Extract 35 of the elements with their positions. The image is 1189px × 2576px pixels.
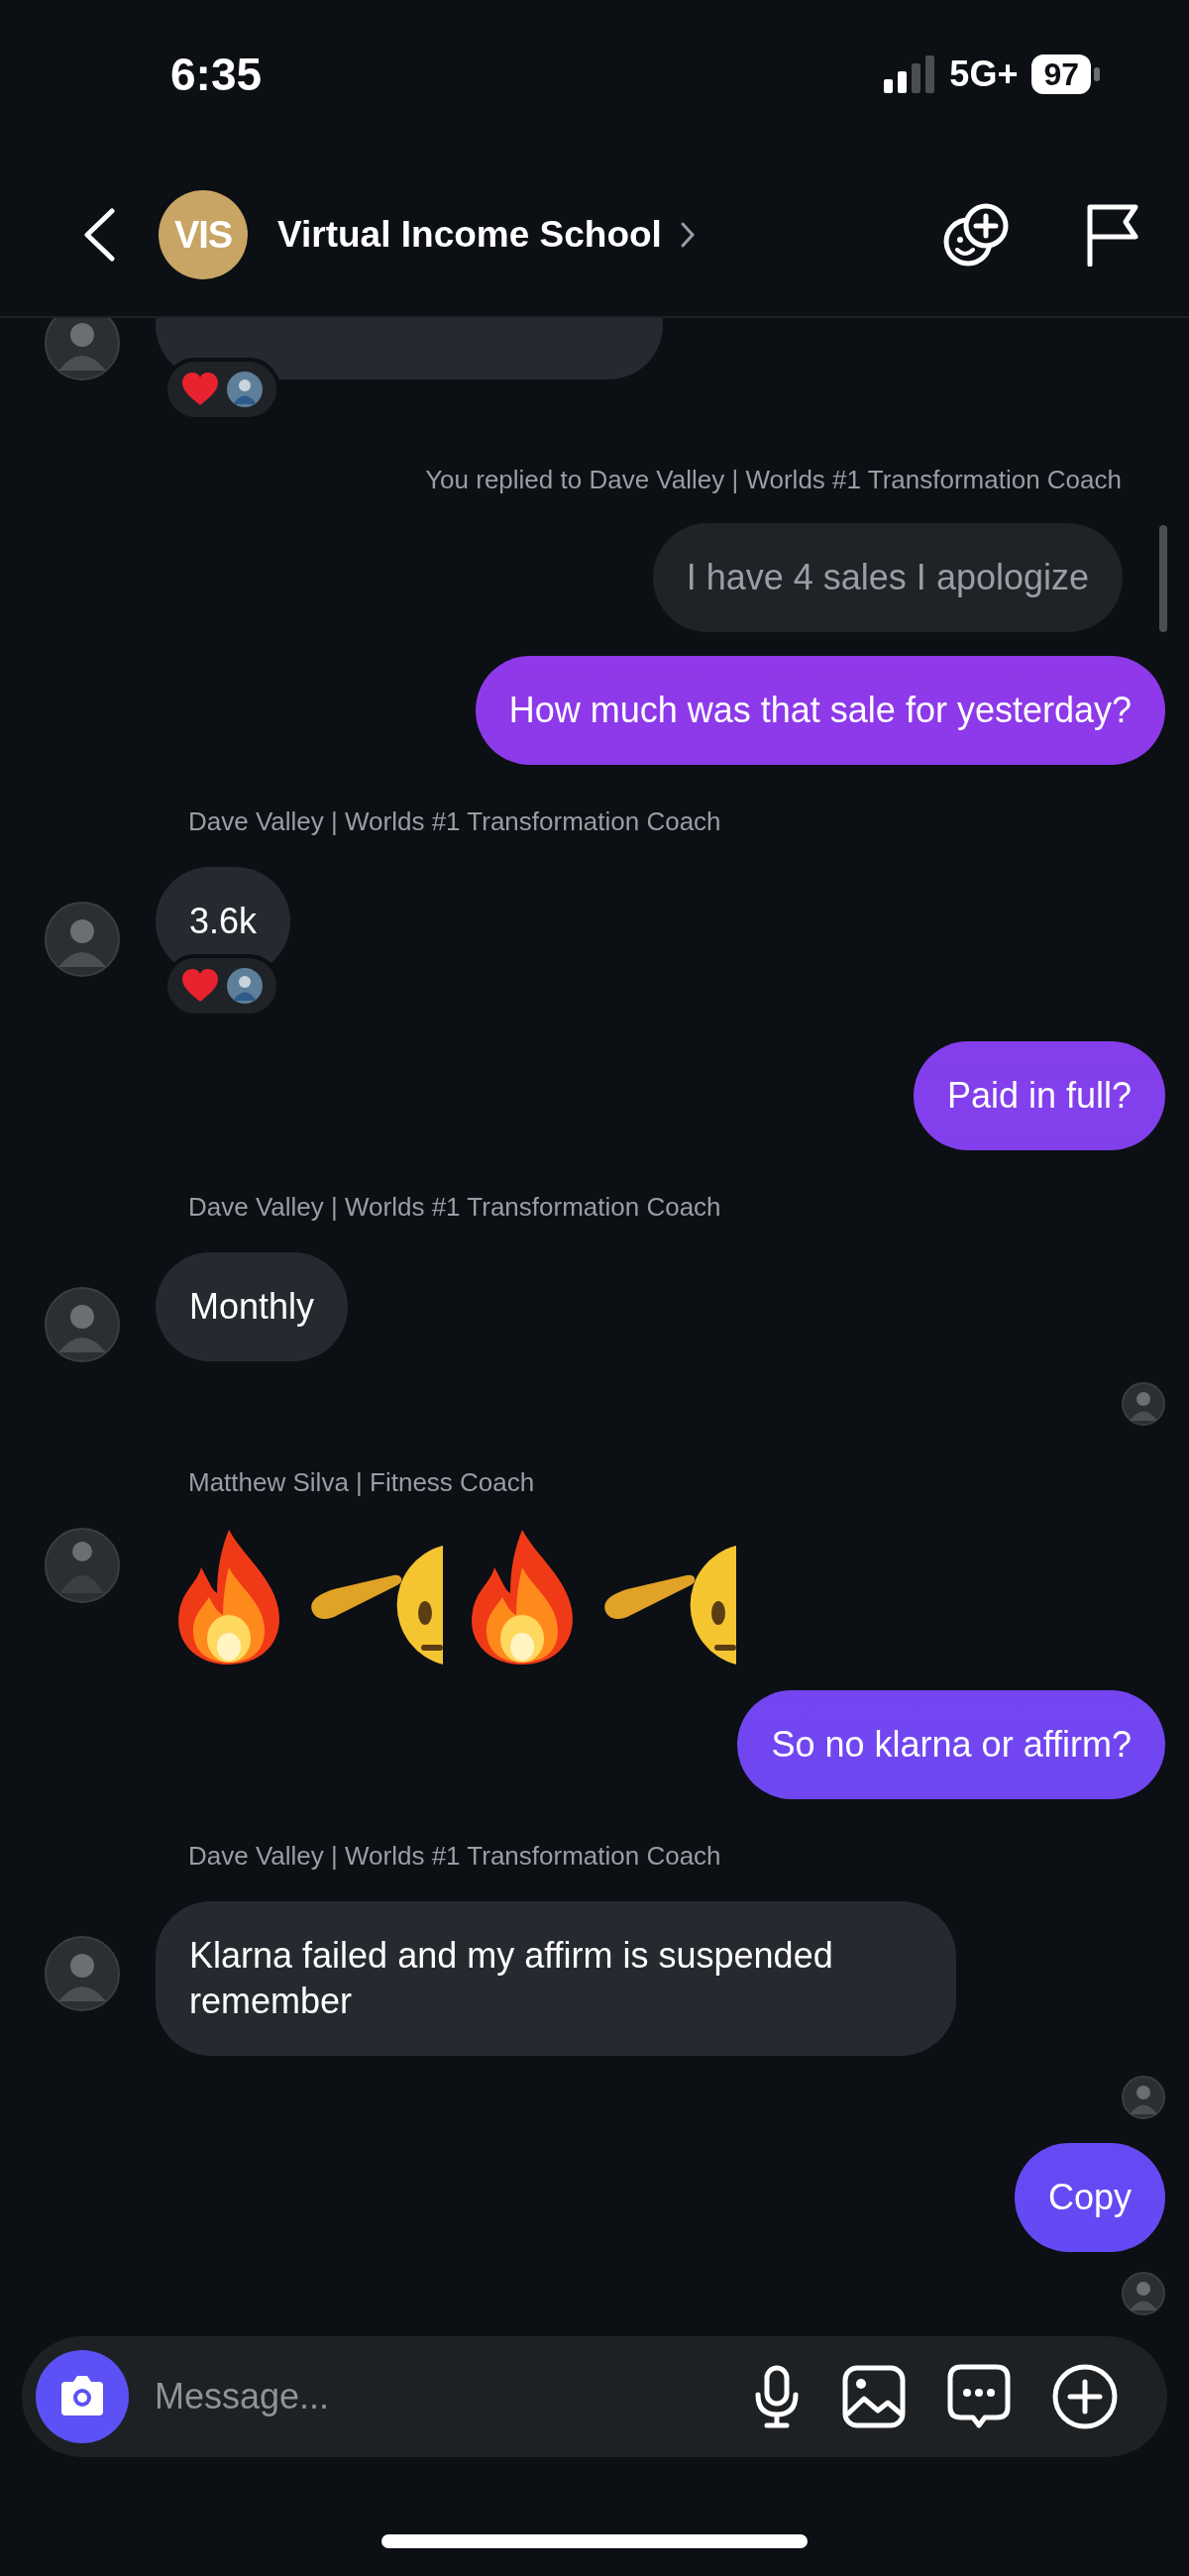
microphone-icon[interactable] <box>753 2365 801 2428</box>
camera-button[interactable] <box>36 2350 129 2443</box>
quoted-message: I have 4 sales I apologize <box>652 523 1123 632</box>
message-bubble: Klarna failed and my affirm is suspended remember <box>156 1901 956 2056</box>
reply-note: You replied to Dave Valley | Worlds #1 Transformation Coach <box>425 465 1122 495</box>
back-icon[interactable] <box>81 207 117 263</box>
battery-tip-icon <box>1094 67 1100 81</box>
seen-avatar <box>1122 2076 1165 2119</box>
chat-bubble-icon[interactable] <box>947 2364 1011 2429</box>
image-icon[interactable] <box>842 2365 906 2428</box>
reactor-avatar <box>227 372 263 407</box>
message-bubble: So no klarna or affirm? <box>737 1690 1165 1799</box>
add-icon[interactable] <box>1052 2364 1118 2429</box>
sender-name: Matthew Silva | Fitness Coach <box>188 1467 536 1498</box>
chat-title[interactable]: Virtual Income School <box>277 214 662 256</box>
sender-name: Dave Valley | Worlds #1 Transformation Coach <box>188 1192 722 1223</box>
message-bubble: Monthly <box>156 1252 349 1361</box>
reactor-avatar <box>227 968 263 1004</box>
message-bubble: Copy <box>1014 2143 1165 2252</box>
flag-icon[interactable] <box>1086 203 1139 267</box>
heart-icon <box>181 969 219 1003</box>
network-label: 5G+ <box>949 54 1019 95</box>
chevron-icon[interactable] <box>679 221 696 249</box>
seen-avatar <box>1122 2272 1165 2315</box>
status-time: 6:35 <box>170 48 263 101</box>
battery-indicator: 97 <box>1031 54 1091 94</box>
sender-name: Dave Valley | Worlds #1 Transformation Coach <box>188 806 722 837</box>
sticker-add-icon[interactable] <box>941 202 1011 268</box>
heart-icon <box>181 373 219 406</box>
sender-name: Dave Valley | Worlds #1 Transformation Coach <box>188 1841 722 1872</box>
message-field[interactable]: Message... <box>153 2375 711 2418</box>
seen-avatar <box>1122 1382 1165 1426</box>
message-bubble: Paid in full? <box>913 1041 1165 1150</box>
message-bubble: How much was that sale for yesterday? <box>475 656 1165 765</box>
signal-icon <box>884 55 936 93</box>
